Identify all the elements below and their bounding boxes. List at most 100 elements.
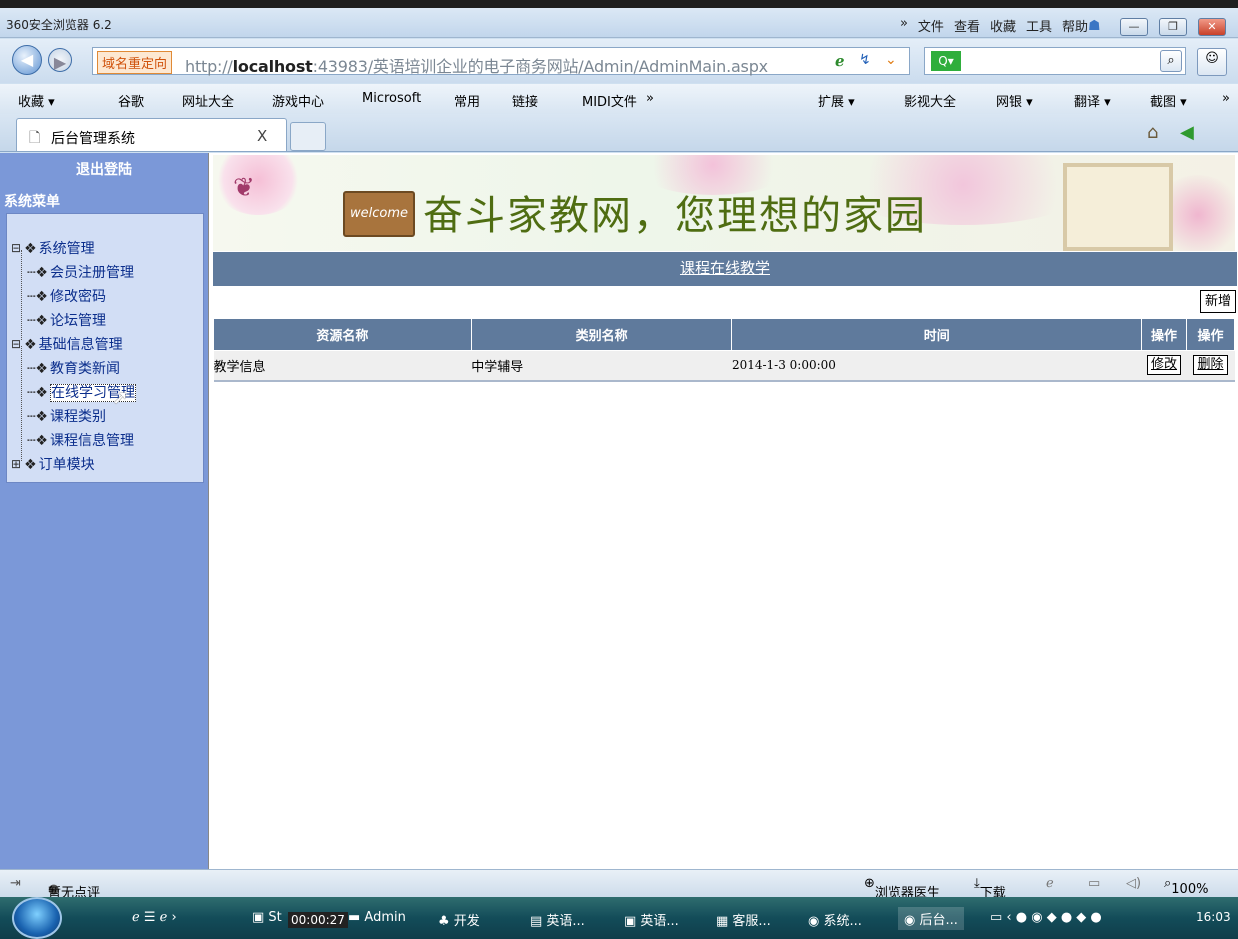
- skin-icon[interactable]: ☗: [1088, 18, 1101, 34]
- logout-link[interactable]: 退出登陆: [0, 159, 208, 179]
- task-item-service[interactable]: ▦ 客服...: [716, 910, 771, 929]
- banner-window-image: [1063, 163, 1173, 251]
- task-item-dev[interactable]: ♣ 开发: [438, 910, 480, 929]
- tree-item-change-password[interactable]: ┄❖ 修改密码: [27, 286, 106, 306]
- back-button[interactable]: ◀: [12, 45, 42, 75]
- collapse-icon[interactable]: ⊟: [11, 242, 21, 255]
- toolbar-more[interactable]: »: [1222, 91, 1230, 106]
- delete-button[interactable]: 删除: [1193, 355, 1228, 376]
- screenshot-menu[interactable]: 截图 ▾: [1150, 91, 1187, 110]
- cell-edit: 修改: [1141, 350, 1187, 382]
- search-engine-icon[interactable]: Q▾: [931, 51, 961, 71]
- start-button[interactable]: [12, 897, 62, 939]
- dropdown-icon[interactable]: ⌄: [885, 52, 897, 68]
- new-tab-button[interactable]: [290, 122, 326, 151]
- task-item-english1[interactable]: ▤ 英语...: [530, 910, 585, 929]
- back-arrow-icon[interactable]: ◀: [1180, 122, 1194, 143]
- table-header-row: 资源名称 类别名称 时间 操作 操作: [213, 318, 1235, 351]
- search-button[interactable]: ⌕: [1160, 50, 1182, 72]
- cell-delete: 删除: [1186, 350, 1235, 382]
- sidebar-toggle-icon[interactable]: ⇥: [10, 876, 21, 891]
- address-bar: ◀ ▶ 域名重定向 http://localhost:43983/英语培训企业的…: [0, 39, 1238, 83]
- fav-links[interactable]: 链接: [512, 91, 538, 110]
- bank-menu[interactable]: 网银 ▾: [996, 91, 1033, 110]
- add-button[interactable]: 新增: [1200, 290, 1236, 313]
- page-icon: 🗋: [29, 130, 41, 146]
- butterfly-icon: ❦: [233, 173, 255, 203]
- recording-timer: 00:00:27: [288, 912, 348, 928]
- taskbar: ℯ ☰ ℯ › ▣ St 00:00:27 ▬ Admin ♣ 开发 ▤ 英语.…: [0, 897, 1238, 939]
- sound-icon[interactable]: ◁): [1126, 876, 1141, 891]
- translate-menu[interactable]: 翻译 ▾: [1074, 91, 1111, 110]
- fav-midi[interactable]: MIDI文件: [582, 91, 637, 110]
- menu-more[interactable]: »: [900, 16, 908, 35]
- clock[interactable]: 16:03: [1196, 910, 1231, 924]
- tree-item-course-info[interactable]: ┄❖ 课程信息管理: [27, 430, 134, 450]
- ie-mode-icon[interactable]: ℯ: [835, 52, 845, 70]
- collapse-icon[interactable]: ⊟: [11, 338, 21, 351]
- close-window-button[interactable]: ✕: [1198, 18, 1226, 36]
- menu-file[interactable]: 文件: [918, 16, 944, 35]
- menu-help[interactable]: 帮助: [1062, 16, 1088, 35]
- banner-title: 奋斗家教网，您理想的家园: [423, 193, 927, 239]
- browser-doctor[interactable]: ⊕ 浏览器医生: [864, 876, 940, 901]
- task-item-1[interactable]: ▣ St: [252, 910, 282, 925]
- edit-button[interactable]: 修改: [1147, 355, 1182, 376]
- tray-icons[interactable]: ▭ ‹ ● ◉ ◆ ● ◆ ●: [990, 910, 1102, 925]
- tab-admin[interactable]: 🗋 后台管理系统 X: [16, 118, 287, 151]
- fav-games[interactable]: 游戏中心: [272, 91, 324, 110]
- task-item-admin[interactable]: ▬ Admin: [348, 910, 406, 925]
- search-field[interactable]: Q▾: [924, 47, 1186, 75]
- title-bar: 360安全浏览器 6.2 » 文件 查看 收藏 工具 帮助 ☗ — ❐ ✕: [0, 8, 1238, 38]
- url-text[interactable]: http://localhost:43983/英语培训企业的电子商务网站/Adm…: [185, 53, 768, 77]
- quick-launch-icons[interactable]: ℯ ☰ ℯ ›: [132, 910, 177, 925]
- mouse-cursor-icon: ➚: [112, 385, 129, 409]
- screen-top-edge: [0, 0, 1238, 8]
- menu-tools[interactable]: 工具: [1026, 16, 1052, 35]
- page-heading-bar: 课程在线教学: [213, 252, 1237, 286]
- task-item-admin-browser[interactable]: ◉ 后台...: [898, 907, 964, 930]
- tree-item-course-category[interactable]: ┄❖ 课程类别: [27, 406, 106, 426]
- maximize-button[interactable]: ❐: [1159, 18, 1187, 36]
- fav-google[interactable]: 谷歌: [118, 91, 144, 110]
- browser-window: 360安全浏览器 6.2 » 文件 查看 收藏 工具 帮助 ☗ — ❐ ✕ ◀ …: [0, 0, 1238, 939]
- favorites-bar: 收藏 ▾ 谷歌 网址大全 游戏中心 Microsoft 常用 链接 MIDI文件…: [0, 84, 1238, 114]
- tree-item-forum[interactable]: ┄❖ 论坛管理: [27, 310, 106, 330]
- fav-more[interactable]: »: [646, 91, 654, 106]
- ext-menu[interactable]: 扩展 ▾: [818, 91, 855, 110]
- site-banner: ❦ welcome 奋斗家教网，您理想的家园: [213, 155, 1235, 251]
- tree-group-basic-info[interactable]: ⊟ ❖ 基础信息管理: [11, 334, 123, 354]
- fav-common[interactable]: 常用: [454, 91, 480, 110]
- menu-favorites[interactable]: 收藏: [990, 16, 1016, 35]
- col-action-delete: 操作: [1186, 318, 1235, 351]
- zoom-level[interactable]: ⌕ 100%: [1164, 876, 1208, 897]
- expand-icon[interactable]: ⊞: [11, 458, 21, 471]
- tree-group-system[interactable]: ⊟ ❖ 系统管理: [11, 238, 95, 258]
- forward-button[interactable]: ▶: [48, 48, 72, 72]
- minimize-button[interactable]: —: [1120, 18, 1148, 36]
- tree-item-member-register[interactable]: ┄❖ 会员注册管理: [27, 262, 134, 282]
- page-heading-link[interactable]: 课程在线教学: [680, 259, 770, 277]
- cell-category: 中学辅导: [471, 350, 732, 382]
- fav-hao[interactable]: 网址大全: [182, 91, 234, 110]
- url-field[interactable]: 域名重定向 http://localhost:43983/英语培训企业的电子商务…: [92, 47, 910, 77]
- video-menu[interactable]: 影视大全: [904, 91, 956, 110]
- task-item-system[interactable]: ◉ 系统...: [808, 910, 862, 929]
- compat-icon[interactable]: ↯: [859, 52, 871, 68]
- favorites-menu[interactable]: 收藏 ▾: [18, 91, 55, 110]
- fav-microsoft[interactable]: Microsoft: [362, 91, 421, 106]
- tab-close-icon[interactable]: X: [257, 127, 267, 145]
- tree-item-edu-news[interactable]: ┄❖ 教育类新闻: [27, 358, 120, 378]
- menu-view[interactable]: 查看: [954, 16, 980, 35]
- download-button[interactable]: ⤓ 下载: [974, 876, 1006, 901]
- sidebar: 退出登陆 系统菜单 ⊟ ❖ 系统管理 ┄❖ 会员注册管理 ┄❖ 修改密码 ┄❖ 论坛管理 …: [0, 153, 208, 869]
- home-icon[interactable]: ⌂: [1147, 122, 1158, 143]
- window-icon[interactable]: ▭: [1088, 876, 1100, 891]
- redirect-badge[interactable]: 域名重定向: [97, 51, 173, 74]
- user-avatar[interactable]: ☺: [1197, 48, 1227, 76]
- tab-label: 后台管理系统: [51, 131, 135, 147]
- ie-icon[interactable]: ℯ: [1046, 876, 1054, 891]
- tree-group-orders[interactable]: ⊞ ❖ 订单模块: [11, 454, 95, 474]
- task-item-english2[interactable]: ▣ 英语...: [624, 910, 679, 929]
- status-bar: ⇥ ● 暂无点评 ⊕ 浏览器医生 ⤓ 下载 ℯ ▭ ◁) ⌕ 100%: [0, 869, 1238, 901]
